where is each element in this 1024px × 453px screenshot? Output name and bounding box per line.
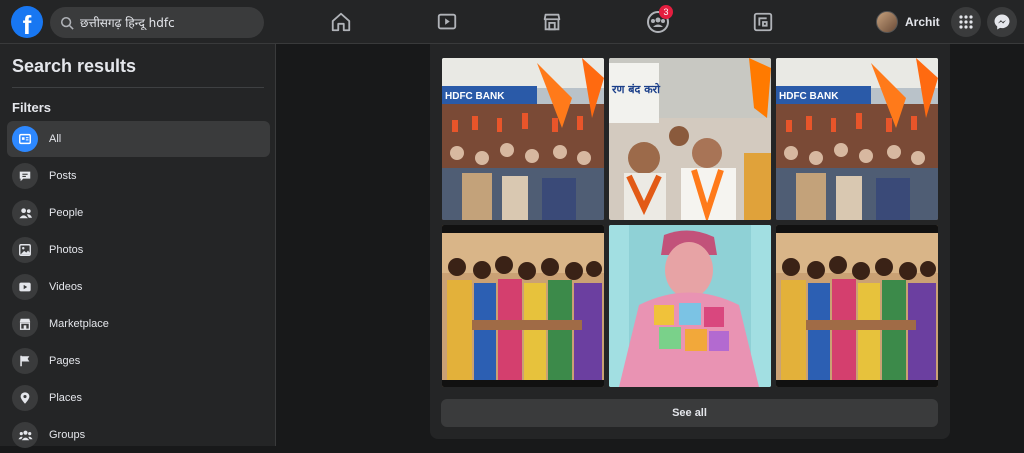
filter-item-places[interactable]: Places [7,380,270,416]
messenger-button[interactable] [987,7,1017,37]
filter-label: Photos [49,244,84,256]
filter-label: All [49,133,62,145]
filter-item-pages[interactable]: Pages [7,343,270,379]
photos-icon [12,237,38,263]
profile-shortcut[interactable]: Archit [876,11,940,33]
filters-heading: Filters [12,100,52,115]
filter-label: Groups [49,429,86,441]
photo-thumbnail[interactable]: रण बंद करो [609,58,771,220]
top-navigation-bar: f 3 Archit [0,0,1024,44]
filter-label: Posts [49,170,77,182]
gaming-icon[interactable] [749,8,777,36]
photo-thumbnail[interactable] [609,225,771,387]
filter-label: Videos [49,281,83,293]
placard-text: रण बंद करो [611,82,661,96]
profile-name: Archit [905,15,940,29]
groups-nav-icon[interactable]: 3 [644,5,673,36]
filter-item-marketplace[interactable]: Marketplace [7,306,270,342]
photo-thumbnail[interactable]: HDFC BANK [776,58,938,220]
places-icon [12,385,38,411]
filter-item-people[interactable]: People [7,195,270,231]
grid-icon [959,15,973,29]
pages-icon [12,348,38,374]
search-icon [60,16,74,30]
sidebar: Search results Filters All Posts People … [0,44,276,448]
avatar [876,11,898,33]
filter-label: People [49,207,84,219]
see-all-button[interactable]: See all [441,399,938,427]
all-icon [12,126,38,152]
filter-label: Marketplace [49,318,109,330]
people-icon [12,200,38,226]
photo-thumbnail[interactable] [442,225,604,387]
filter-item-videos[interactable]: Videos [7,269,270,305]
marketplace-icon [12,311,38,337]
filter-item-posts[interactable]: Posts [7,158,270,194]
posts-icon [12,163,38,189]
page-title: Search results [12,56,137,76]
photo-thumbnail[interactable]: HDFC BANK [442,58,604,220]
search-input[interactable] [80,15,260,30]
videos-icon [12,274,38,300]
facebook-logo[interactable]: f [11,6,43,38]
messenger-icon [994,14,1010,30]
watch-icon[interactable] [433,8,461,36]
home-icon[interactable] [327,8,355,36]
sign-banner-text: HDFC BANK [445,91,505,102]
filter-item-all[interactable]: All [7,121,270,157]
filter-item-groups[interactable]: Groups [7,417,270,453]
groups-icon [12,422,38,448]
search-box[interactable] [50,7,264,38]
filter-item-photos[interactable]: Photos [7,232,270,268]
divider [12,87,264,88]
sign-banner-text: HDFC BANK [779,91,839,102]
filter-label: Pages [49,355,81,367]
photo-thumbnail[interactable] [776,225,938,387]
filter-label: Places [49,392,83,404]
marketplace-nav-icon[interactable] [538,8,566,36]
notification-badge: 3 [659,5,673,19]
menu-button[interactable] [951,7,981,37]
